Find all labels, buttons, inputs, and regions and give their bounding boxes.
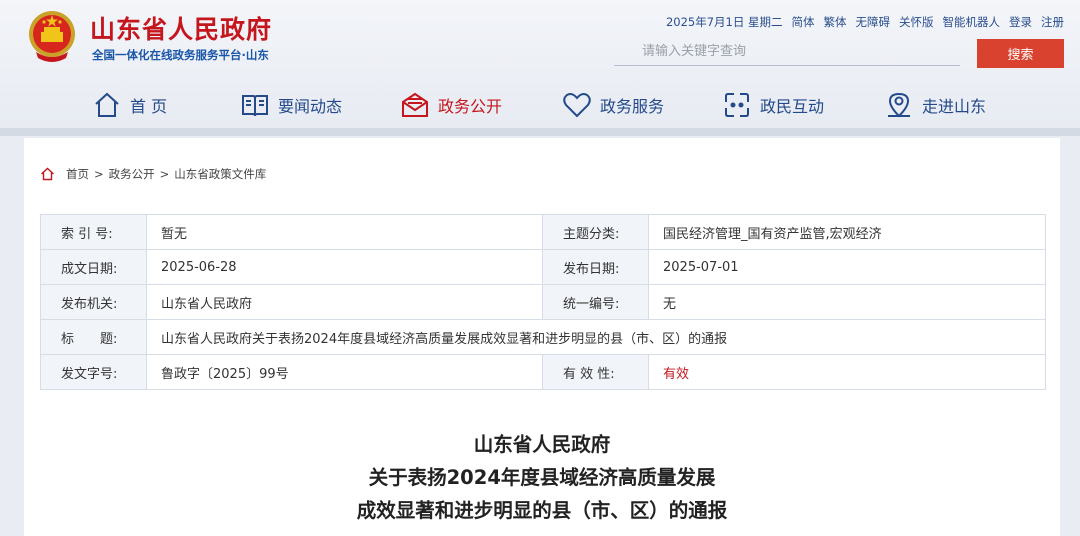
site-title[interactable]: 山东省人民政府: [90, 10, 272, 46]
validity-value: 有效: [648, 354, 1046, 390]
link-simplified[interactable]: 简体: [792, 14, 815, 30]
table-row: 标 题: 山东省人民政府关于表扬2024年度县域经济高质量发展成效显著和进步明显…: [40, 319, 1046, 355]
location-pin-icon: [888, 92, 910, 118]
news-book-icon: [242, 95, 268, 117]
document-number-value: 鲁政字〔2025〕99号: [146, 354, 543, 390]
written-date-label: 成文日期:: [40, 249, 147, 285]
breadcrumb-separator: >: [94, 167, 104, 181]
document-title-line: 成效显著和进步明显的县（市、区）的通报: [356, 499, 728, 522]
link-traditional[interactable]: 繁体: [824, 14, 847, 30]
breadcrumb-policy-library[interactable]: 山东省政策文件库: [174, 166, 266, 182]
nav-shandong[interactable]: 走进山东: [884, 90, 986, 120]
nav-divider: [0, 128, 1080, 136]
published-date-value: 2025-07-01: [648, 249, 1046, 285]
document-meta-table: 索 引 号: 暂无 主题分类: 国民经济管理_国有资产监管,宏观经济 成文日期:…: [40, 214, 1046, 390]
link-accessibility[interactable]: 无障碍: [856, 14, 891, 30]
unified-number-value: 无: [648, 284, 1046, 320]
link-register[interactable]: 注册: [1041, 14, 1064, 30]
table-row: 成文日期: 2025-06-28 发布日期: 2025-07-01: [40, 249, 1046, 285]
issuing-org-value: 山东省人民政府: [146, 284, 543, 320]
index-value: 暂无: [146, 214, 543, 250]
link-care-mode[interactable]: 关怀版: [899, 14, 934, 30]
search-input[interactable]: [614, 38, 960, 66]
home-icon: [41, 167, 54, 181]
title-value: 山东省人民政府关于表扬2024年度县域经济高质量发展成效显著和进步明显的县（市、…: [146, 319, 1046, 355]
home-icon: [95, 92, 119, 117]
table-row: 发文字号: 鲁政字〔2025〕99号 有 效 性: 有效: [40, 354, 1046, 390]
main-nav: 首 页 要闻动态 政务公开 政务服务 政民互动 走进山东: [0, 84, 1080, 128]
chat-link-icon: [725, 93, 749, 117]
site-subtitle: 全国一体化在线政务服务平台·山东: [92, 48, 269, 62]
document-number-label: 发文字号:: [40, 354, 147, 390]
breadcrumb-home[interactable]: 首页: [66, 166, 89, 182]
main-content: 首页 > 政务公开 > 山东省政策文件库 索 引 号: 暂无 主题分类: 国民经…: [24, 138, 1060, 536]
issuing-org-label: 发布机关:: [40, 284, 147, 320]
document-title-line: 关于表扬2024年度县域经济高质量发展: [368, 466, 716, 489]
document-title: 山东省人民政府 关于表扬2024年度县域经济高质量发展 成效显著和进步明显的县（…: [24, 428, 1060, 527]
table-row: 发布机关: 山东省人民政府 统一编号: 无: [40, 284, 1046, 320]
breadcrumb-gov-affairs[interactable]: 政务公开: [109, 166, 155, 182]
link-login[interactable]: 登录: [1009, 14, 1032, 30]
nav-gov-affairs[interactable]: 政务公开: [400, 90, 502, 120]
document-title-line: 山东省人民政府: [473, 433, 611, 456]
validity-label: 有 效 性:: [542, 354, 649, 390]
topic-value: 国民经济管理_国有资产监管,宏观经济: [648, 214, 1046, 250]
written-date-value: 2025-06-28: [146, 249, 543, 285]
index-label: 索 引 号:: [40, 214, 147, 250]
search-button[interactable]: 搜索: [977, 39, 1064, 68]
current-date: 2025年7月1日 星期二: [665, 15, 783, 29]
site-header: 山东省人民政府 全国一体化在线政务服务平台·山东 2025年7月1日 星期二 简…: [0, 0, 1080, 130]
heart-icon: [563, 93, 591, 118]
nav-news[interactable]: 要闻动态: [240, 90, 342, 120]
breadcrumb-separator: >: [159, 167, 170, 181]
nav-interaction[interactable]: 政民互动: [722, 90, 824, 120]
title-label: 标 题:: [40, 319, 147, 355]
table-row: 索 引 号: 暂无 主题分类: 国民经济管理_国有资产监管,宏观经济: [40, 214, 1046, 250]
topic-label: 主题分类:: [542, 214, 649, 250]
breadcrumb: 首页 > 政务公开 > 山东省政策文件库: [40, 166, 266, 182]
unified-number-label: 统一编号:: [542, 284, 649, 320]
link-robot[interactable]: 智能机器人: [943, 14, 1001, 30]
nav-home[interactable]: 首 页: [92, 90, 167, 120]
mail-open-icon: [402, 92, 428, 117]
published-date-label: 发布日期:: [542, 249, 649, 285]
top-links: 2025年7月1日 星期二 简体 繁体 无障碍 关怀版 智能机器人 登录 注册: [666, 14, 1064, 30]
nav-services[interactable]: 政务服务: [562, 90, 664, 120]
national-emblem-icon: [29, 11, 75, 62]
